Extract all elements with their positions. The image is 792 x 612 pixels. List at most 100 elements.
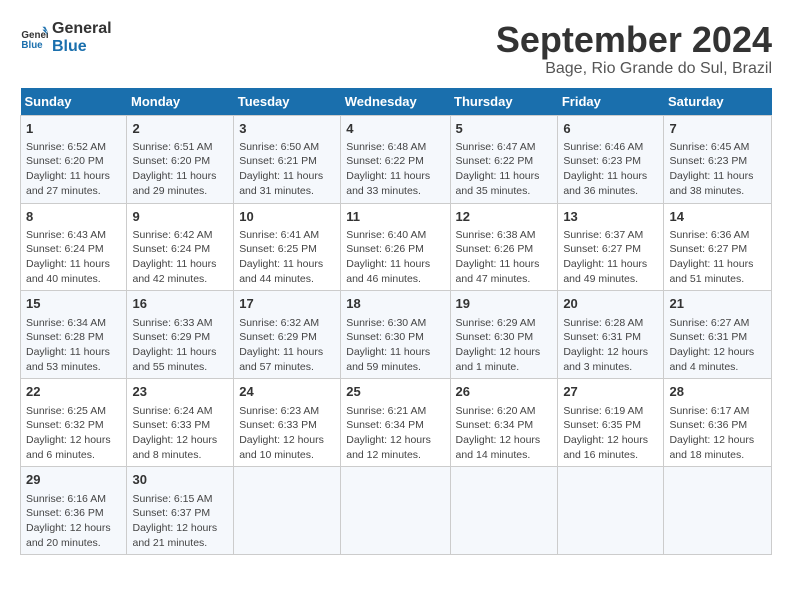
cell-info: Sunset: 6:28 PM	[26, 330, 121, 345]
calendar-cell: 23Sunrise: 6:24 AMSunset: 6:33 PMDayligh…	[127, 379, 234, 467]
calendar-cell: 20Sunrise: 6:28 AMSunset: 6:31 PMDayligh…	[558, 291, 664, 379]
day-number: 15	[26, 295, 121, 313]
cell-info: Daylight: 12 hours and 20 minutes.	[26, 521, 121, 550]
calendar-week-1: 1Sunrise: 6:52 AMSunset: 6:20 PMDaylight…	[21, 115, 772, 203]
cell-info: Sunrise: 6:46 AM	[563, 140, 658, 155]
cell-info: Daylight: 12 hours and 3 minutes.	[563, 345, 658, 374]
cell-info: Sunrise: 6:16 AM	[26, 492, 121, 507]
title-area: September 2024 Bage, Rio Grande do Sul, …	[496, 20, 772, 78]
cell-info: Sunset: 6:32 PM	[26, 418, 121, 433]
cell-info: Sunrise: 6:34 AM	[26, 316, 121, 331]
cell-info: Sunset: 6:30 PM	[456, 330, 553, 345]
header-friday: Friday	[558, 88, 664, 116]
day-number: 6	[563, 120, 658, 138]
cell-info: Sunset: 6:21 PM	[239, 154, 335, 169]
cell-info: Sunrise: 6:43 AM	[26, 228, 121, 243]
calendar-cell: 8Sunrise: 6:43 AMSunset: 6:24 PMDaylight…	[21, 203, 127, 291]
header-tuesday: Tuesday	[234, 88, 341, 116]
cell-info: Daylight: 11 hours and 40 minutes.	[26, 257, 121, 286]
day-number: 2	[132, 120, 228, 138]
cell-info: Sunset: 6:29 PM	[239, 330, 335, 345]
cell-info: Daylight: 11 hours and 31 minutes.	[239, 169, 335, 198]
cell-info: Daylight: 12 hours and 6 minutes.	[26, 433, 121, 462]
day-number: 10	[239, 208, 335, 226]
cell-info: Sunset: 6:26 PM	[346, 242, 444, 257]
cell-info: Daylight: 12 hours and 16 minutes.	[563, 433, 658, 462]
day-number: 1	[26, 120, 121, 138]
calendar-cell: 7Sunrise: 6:45 AMSunset: 6:23 PMDaylight…	[664, 115, 772, 203]
day-number: 24	[239, 383, 335, 401]
month-title: September 2024	[496, 20, 772, 60]
calendar-cell: 19Sunrise: 6:29 AMSunset: 6:30 PMDayligh…	[450, 291, 558, 379]
cell-info: Sunrise: 6:21 AM	[346, 404, 444, 419]
cell-info: Sunset: 6:33 PM	[132, 418, 228, 433]
cell-info: Daylight: 11 hours and 51 minutes.	[669, 257, 766, 286]
calendar-week-5: 29 Sunrise: 6:16 AMSunset: 6:36 PMDayligh…	[21, 467, 772, 555]
calendar-week-4: 22Sunrise: 6:25 AMSunset: 6:32 PMDayligh…	[21, 379, 772, 467]
cell-info: Daylight: 11 hours and 44 minutes.	[239, 257, 335, 286]
day-number: 7	[669, 120, 766, 138]
calendar-cell: 5Sunrise: 6:47 AMSunset: 6:22 PMDaylight…	[450, 115, 558, 203]
calendar-cell: 13Sunrise: 6:37 AMSunset: 6:27 PMDayligh…	[558, 203, 664, 291]
calendar-cell: 30Sunrise: 6:15 AMSunset: 6:37 PMDayligh…	[127, 467, 234, 555]
cell-info: Sunrise: 6:32 AM	[239, 316, 335, 331]
logo-line1: General	[52, 20, 112, 38]
calendar-cell: 3 Sunrise: 6:50 AMSunset: 6:21 PMDaylight…	[234, 115, 341, 203]
calendar-cell: 27Sunrise: 6:19 AMSunset: 6:35 PMDayligh…	[558, 379, 664, 467]
cell-info: Daylight: 11 hours and 46 minutes.	[346, 257, 444, 286]
cell-info: Sunrise: 6:47 AM	[456, 140, 553, 155]
cell-info: Sunrise: 6:51 AM	[132, 140, 228, 155]
day-number: 14	[669, 208, 766, 226]
cell-info: Daylight: 12 hours and 12 minutes.	[346, 433, 444, 462]
day-number: 28	[669, 383, 766, 401]
calendar-cell: 18Sunrise: 6:30 AMSunset: 6:30 PMDayligh…	[341, 291, 450, 379]
cell-info: Sunrise: 6:40 AM	[346, 228, 444, 243]
cell-info: Sunrise: 6:19 AM	[563, 404, 658, 419]
cell-info: Sunset: 6:34 PM	[346, 418, 444, 433]
cell-info: Sunset: 6:22 PM	[346, 154, 444, 169]
cell-info: Sunset: 6:36 PM	[669, 418, 766, 433]
calendar-cell: 11Sunrise: 6:40 AMSunset: 6:26 PMDayligh…	[341, 203, 450, 291]
cell-info: Daylight: 12 hours and 14 minutes.	[456, 433, 553, 462]
cell-info: Sunset: 6:22 PM	[456, 154, 553, 169]
day-number: 3	[239, 120, 335, 138]
header-sunday: Sunday	[21, 88, 127, 116]
cell-info: Daylight: 12 hours and 18 minutes.	[669, 433, 766, 462]
day-number: 25	[346, 383, 444, 401]
day-number: 29	[26, 471, 121, 489]
cell-info: Daylight: 12 hours and 4 minutes.	[669, 345, 766, 374]
calendar-cell	[664, 467, 772, 555]
cell-info: Sunset: 6:24 PM	[132, 242, 228, 257]
day-number: 17	[239, 295, 335, 313]
cell-info: Sunset: 6:31 PM	[563, 330, 658, 345]
cell-info: Daylight: 11 hours and 59 minutes.	[346, 345, 444, 374]
header-monday: Monday	[127, 88, 234, 116]
cell-info: Sunset: 6:20 PM	[132, 154, 228, 169]
cell-info: Sunrise: 6:50 AM	[239, 140, 335, 155]
calendar-cell: 10Sunrise: 6:41 AMSunset: 6:25 PMDayligh…	[234, 203, 341, 291]
cell-info: Sunrise: 6:48 AM	[346, 140, 444, 155]
cell-info: Sunrise: 6:29 AM	[456, 316, 553, 331]
cell-info: Sunrise: 6:27 AM	[669, 316, 766, 331]
cell-info: Sunrise: 6:15 AM	[132, 492, 228, 507]
calendar-cell: 9Sunrise: 6:42 AMSunset: 6:24 PMDaylight…	[127, 203, 234, 291]
cell-info: Sunset: 6:29 PM	[132, 330, 228, 345]
day-number: 9	[132, 208, 228, 226]
cell-info: Sunset: 6:27 PM	[563, 242, 658, 257]
logo-line2: Blue	[52, 38, 112, 56]
cell-info: Sunrise: 6:37 AM	[563, 228, 658, 243]
calendar-cell: 1Sunrise: 6:52 AMSunset: 6:20 PMDaylight…	[21, 115, 127, 203]
day-number: 27	[563, 383, 658, 401]
calendar-cell: 12Sunrise: 6:38 AMSunset: 6:26 PMDayligh…	[450, 203, 558, 291]
cell-info: Sunrise: 6:41 AM	[239, 228, 335, 243]
cell-info: Daylight: 11 hours and 35 minutes.	[456, 169, 553, 198]
day-number: 4	[346, 120, 444, 138]
cell-info: Sunset: 6:31 PM	[669, 330, 766, 345]
header-saturday: Saturday	[664, 88, 772, 116]
day-number: 23	[132, 383, 228, 401]
cell-info: Sunrise: 6:45 AM	[669, 140, 766, 155]
day-number: 16	[132, 295, 228, 313]
cell-info: Sunset: 6:36 PM	[26, 506, 121, 521]
cell-info: Sunset: 6:24 PM	[26, 242, 121, 257]
svg-text:Blue: Blue	[21, 39, 43, 50]
